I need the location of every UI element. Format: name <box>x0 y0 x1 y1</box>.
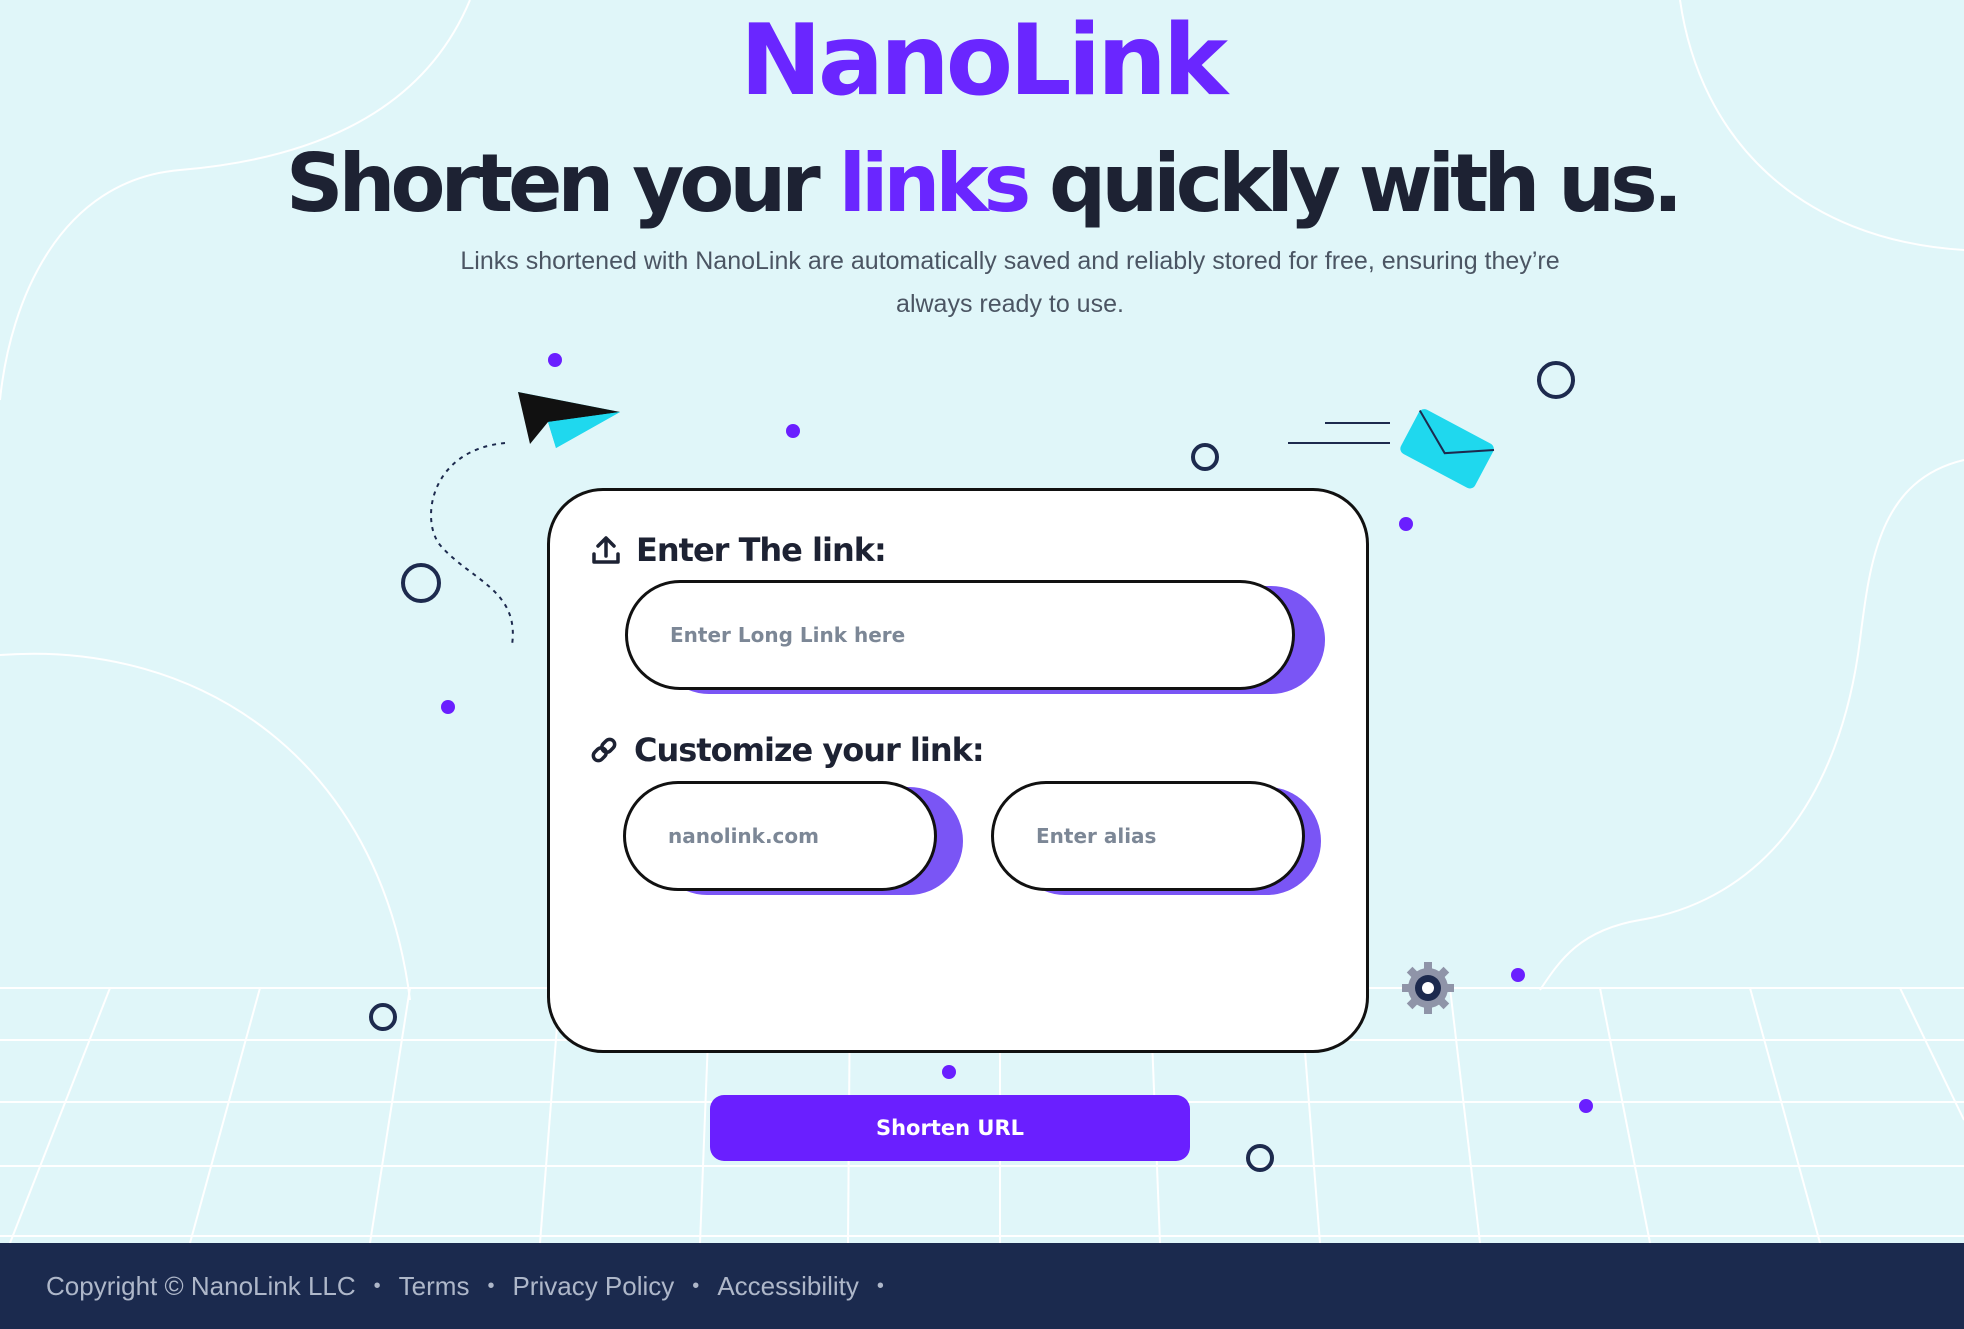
brand-logo[interactable]: NanoLink <box>0 6 1964 116</box>
headline-after: quickly with us. <box>1026 137 1683 230</box>
page-footer: Copyright © NanoLink LLC • Terms • Priva… <box>0 1243 1964 1329</box>
footer-separator: • <box>692 1274 700 1297</box>
alias-field-wrap <box>991 781 1321 895</box>
logo-part-2: Link <box>1009 4 1228 118</box>
domain-field[interactable] <box>623 781 937 891</box>
alias-input[interactable] <box>1034 823 1266 849</box>
headline-before: Shorten your <box>285 137 839 230</box>
logo-part-1: Nano <box>739 4 1013 118</box>
long-link-field-wrap <box>625 580 1325 694</box>
long-link-field[interactable] <box>625 580 1295 690</box>
link-chain-icon <box>591 737 617 763</box>
paper-plane-icon <box>518 392 620 448</box>
shorten-url-button[interactable]: Shorten URL <box>710 1095 1190 1161</box>
envelope-icon <box>1400 409 1495 489</box>
domain-field-wrap <box>623 781 963 895</box>
domain-input[interactable] <box>666 823 898 849</box>
link-section-label: Enter The link: <box>590 531 887 569</box>
alias-field[interactable] <box>991 781 1305 891</box>
footer-link-accessibility[interactable]: Accessibility <box>717 1271 859 1302</box>
customize-section-label: Customize your link: <box>588 731 985 769</box>
footer-separator: • <box>876 1274 884 1297</box>
shorten-form-card: Enter The link: Customize your link: <box>547 488 1369 1053</box>
link-label: Enter The link: <box>636 531 887 569</box>
upload-icon <box>592 536 620 564</box>
copyright-text: Copyright © NanoLink LLC <box>46 1270 356 1301</box>
footer-link-terms[interactable]: Terms <box>399 1271 470 1302</box>
footer-link-privacy[interactable]: Privacy Policy <box>512 1271 674 1302</box>
page-headline: Shorten your links quickly with us. <box>0 134 1964 234</box>
page-subtitle: Links shortened with NanoLink are automa… <box>460 247 1560 318</box>
headline-highlight: links <box>838 137 1032 230</box>
gear-icon <box>1402 962 1454 1014</box>
footer-separator: • <box>373 1274 381 1297</box>
footer-separator: • <box>487 1274 495 1297</box>
long-link-input[interactable] <box>668 622 1203 648</box>
customize-label: Customize your link: <box>634 731 985 769</box>
